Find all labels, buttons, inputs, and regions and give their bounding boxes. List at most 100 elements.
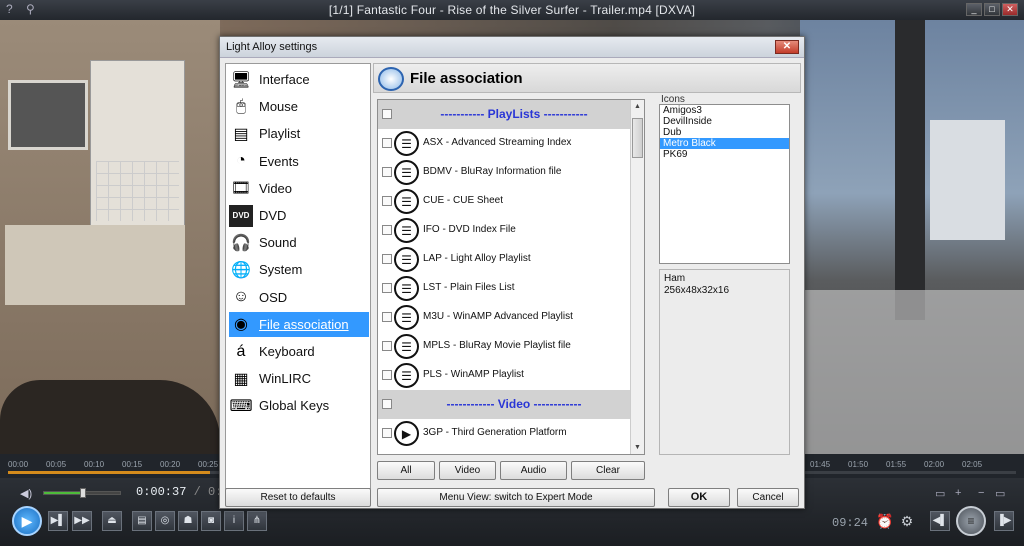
icon-set-list[interactable]: Amigos3 DevilInside Dub Metro Black PK69: [659, 104, 790, 264]
nav-item-playlist[interactable]: ▤ Playlist: [229, 121, 369, 146]
dialog-close-button[interactable]: ✕: [775, 40, 799, 54]
file-type-row[interactable]: ☰ M3U - WinAMP Advanced Playlist: [378, 303, 632, 332]
clock-icon: ◔: [236, 152, 246, 170]
file-type-row[interactable]: ☰ PLS - WinAMP Playlist: [378, 361, 632, 390]
file-checkbox[interactable]: [382, 138, 392, 148]
close-button[interactable]: ✕: [1002, 3, 1018, 16]
file-type-label: LST - Plain Files List: [423, 282, 515, 293]
file-checkbox[interactable]: [382, 167, 392, 177]
icon-set-option[interactable]: Dub: [660, 127, 789, 138]
clear-button[interactable]: Clear: [571, 461, 645, 480]
file-checkbox[interactable]: [382, 341, 392, 351]
reset-defaults-button[interactable]: Reset to defaults: [225, 488, 371, 507]
file-type-label: M3U - WinAMP Advanced Playlist: [423, 311, 573, 322]
icon-set-author: Ham: [664, 273, 686, 284]
timeline-tick: 00:15: [122, 460, 143, 469]
nav-item-sound[interactable]: 🎧 Sound: [229, 230, 369, 255]
file-checkbox[interactable]: [382, 428, 392, 438]
screen-icon[interactable]: ▭: [935, 487, 945, 500]
minimize-button[interactable]: _: [966, 3, 982, 16]
clock: 09:24: [832, 516, 869, 530]
ok-button[interactable]: OK: [668, 488, 730, 507]
video-icon: 🎞: [230, 180, 252, 198]
nav-item-osd[interactable]: ☺ OSD: [229, 285, 369, 310]
file-type-row[interactable]: ☰ CUE - CUE Sheet: [378, 187, 632, 216]
gear-icon[interactable]: ⚙: [898, 512, 916, 530]
camera-icon[interactable]: ◙: [201, 511, 221, 531]
frame-step-icon[interactable]: ▶▌: [48, 511, 68, 531]
zoom-in-button[interactable]: +: [955, 487, 961, 499]
cancel-button[interactable]: Cancel: [737, 488, 799, 507]
scroll-up-icon[interactable]: ▲: [631, 100, 644, 113]
eject-icon[interactable]: ⏏: [102, 511, 122, 531]
file-type-row[interactable]: ☰ LAP - Light Alloy Playlist: [378, 245, 632, 274]
network-icon[interactable]: ⋔: [247, 511, 267, 531]
video-wall: [0, 20, 220, 454]
volume-slider[interactable]: [43, 488, 121, 498]
headphones-icon: 🎧: [231, 234, 251, 252]
file-checkbox[interactable]: [382, 109, 392, 119]
file-type-row[interactable]: ▶ 3GP - Third Generation Platform: [378, 419, 632, 448]
nav-item-label: Interface: [259, 72, 310, 87]
timeline-tick: 01:45: [810, 460, 831, 469]
zoom-out-button[interactable]: −: [978, 487, 984, 499]
menu-icon[interactable]: ≡: [956, 506, 986, 536]
nav-item-interface[interactable]: 🖥 Interface: [229, 67, 369, 92]
file-type-row[interactable]: ☰ BDMV - BluRay Information file: [378, 158, 632, 187]
file-checkbox[interactable]: [382, 370, 392, 380]
file-type-list[interactable]: ----------- PlayLists ----------- ☰ ASX - …: [377, 99, 645, 455]
icon-set-option[interactable]: Metro Black: [660, 138, 789, 149]
fast-forward-icon[interactable]: ▶▶: [72, 511, 92, 531]
maximize-button[interactable]: □: [984, 3, 1000, 16]
nav-item-label: DVD: [259, 208, 287, 223]
timeline-tick: 02:05: [962, 460, 983, 469]
scroll-down-icon[interactable]: ▼: [631, 441, 644, 454]
nav-item-label: Keyboard: [259, 344, 315, 359]
nav-item-system[interactable]: 🌐 System: [229, 257, 369, 282]
alarm-icon[interactable]: ⏰: [876, 512, 894, 530]
file-type-row[interactable]: ☰ ASX - Advanced Streaming Index: [378, 129, 632, 158]
disc-icon[interactable]: ◎: [155, 511, 175, 531]
icon-set-option[interactable]: Amigos3: [660, 105, 789, 116]
file-list-scrollbar[interactable]: ▲ ▼: [630, 100, 644, 454]
volume-knob[interactable]: [80, 488, 86, 498]
file-type-row[interactable]: ☰ LST - Plain Files List: [378, 274, 632, 303]
scroll-thumb[interactable]: [632, 118, 643, 158]
previous-icon[interactable]: ◀▌: [930, 511, 950, 531]
timeline-tick: 00:05: [46, 460, 67, 469]
filter-video-button[interactable]: Video: [439, 461, 496, 480]
filmstrip-icon[interactable]: ▤: [132, 511, 152, 531]
window-mode-icon[interactable]: ▭: [995, 487, 1005, 500]
play-icon[interactable]: ▶: [12, 506, 42, 536]
icon-set-option[interactable]: PK69: [660, 149, 789, 160]
nav-item-video[interactable]: 🎞 Video: [229, 176, 369, 201]
nav-item-mouse[interactable]: 🖱 Mouse: [229, 94, 369, 119]
file-checkbox[interactable]: [382, 283, 392, 293]
file-checkbox[interactable]: [382, 196, 392, 206]
filter-all-button[interactable]: All: [377, 461, 435, 480]
nav-item-global-keys[interactable]: ⌨ Global Keys: [229, 393, 369, 418]
filter-audio-button[interactable]: Audio: [500, 461, 567, 480]
icon-set-option[interactable]: DevilInside: [660, 116, 789, 127]
info-icon[interactable]: i: [224, 511, 244, 531]
file-checkbox[interactable]: [382, 312, 392, 322]
nav-item-winlirc[interactable]: ▦ WinLIRC: [229, 366, 369, 391]
nav-item-file-association[interactable]: ◉ File association: [229, 311, 369, 337]
file-checkbox[interactable]: [382, 254, 392, 264]
next-icon[interactable]: ▐▶: [994, 511, 1014, 531]
nav-item-dvd[interactable]: DVD DVD: [229, 203, 369, 228]
video-chair: [0, 380, 220, 454]
file-type-row[interactable]: ☰ MPLS - BluRay Movie Playlist file: [378, 332, 632, 361]
file-checkbox[interactable]: [382, 225, 392, 235]
menu-view-button[interactable]: Menu View: switch to Expert Mode: [377, 488, 655, 507]
playlist-file-icon: ☰: [394, 363, 419, 388]
file-type-row[interactable]: ☰ IFO - DVD Index File: [378, 216, 632, 245]
nav-item-events[interactable]: ◔ Events: [229, 149, 369, 174]
volume-icon[interactable]: ◀): [20, 487, 34, 500]
dvd-icon: DVD: [229, 204, 253, 227]
video-building: [930, 120, 1005, 240]
file-checkbox[interactable]: [382, 399, 392, 409]
file-type-label: IFO - DVD Index File: [423, 224, 516, 235]
person-icon[interactable]: ☗: [178, 511, 198, 531]
nav-item-keyboard[interactable]: á Keyboard: [229, 339, 369, 364]
